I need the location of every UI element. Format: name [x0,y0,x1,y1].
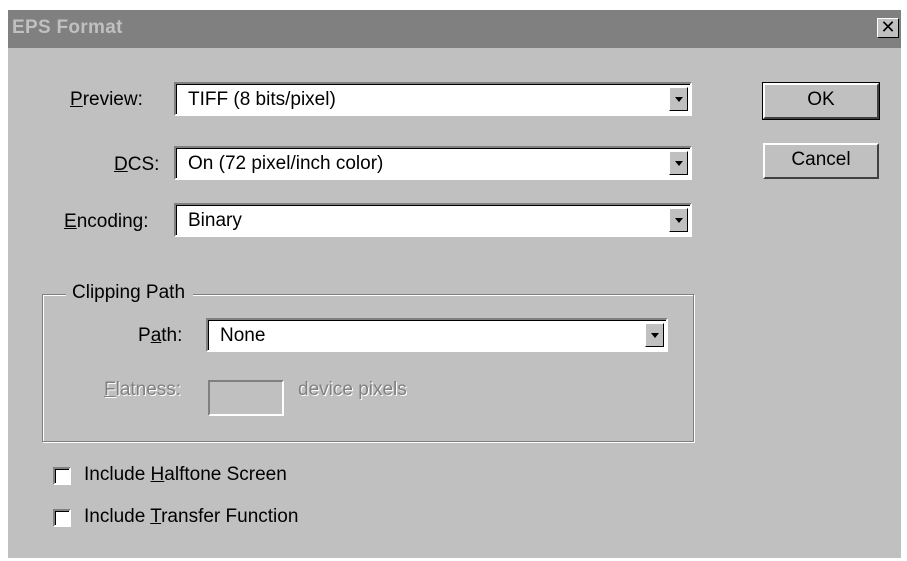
path-label-prefix: P [138,325,151,346]
dcs-select[interactable]: On (72 pixel/inch color) [174,146,692,180]
encoding-label-accel: E [64,211,77,232]
encoding-select-value: Binary [188,210,242,231]
path-label: Path: [138,325,182,347]
eps-format-dialog: EPS Format ✕ Preview: TIFF (8 bits/pixel… [8,10,901,558]
transfer-label-accel: T [150,506,162,527]
encoding-label-rest: ncoding: [76,211,149,232]
path-label-rest: th: [161,325,183,346]
preview-select[interactable]: TIFF (8 bits/pixel) [174,82,692,116]
path-label-accel: a [150,325,162,346]
flatness-unit-label: device pixels [298,379,407,400]
chevron-down-icon[interactable] [645,323,664,347]
transfer-function-label[interactable]: Include Transfer Function [84,506,298,528]
dcs-select-value: On (72 pixel/inch color) [188,153,384,174]
halftone-label[interactable]: Include Halftone Screen [84,464,287,486]
transfer-function-checkbox[interactable] [53,509,71,527]
flatness-label: Flatness: [104,379,181,401]
chevron-down-icon[interactable] [669,208,688,232]
path-select-value: None [220,325,266,346]
encoding-select[interactable]: Binary [174,203,692,237]
halftone-checkbox[interactable] [53,467,71,485]
path-select[interactable]: None [206,318,668,352]
dcs-label-accel: D [114,154,128,175]
flatness-input[interactable] [208,380,284,416]
title-bar[interactable]: EPS Format ✕ [8,10,901,48]
preview-select-value: TIFF (8 bits/pixel) [188,89,336,110]
flatness-label-accel: F [104,379,116,400]
cancel-button[interactable]: Cancel [763,143,879,179]
encoding-label: Encoding: [64,211,149,233]
halftone-label-accel: H [150,464,165,485]
flatness-label-rest: latness: [115,379,182,400]
ok-button[interactable]: OK [762,82,880,120]
halftone-label-prefix: Include [84,464,151,485]
preview-label-rest: review: [82,89,143,110]
chevron-down-icon[interactable] [669,151,688,175]
chevron-down-icon[interactable] [669,87,688,111]
close-icon: ✕ [880,17,896,37]
transfer-label-rest: ransfer Function [161,506,299,527]
clipping-path-group-label: Clipping Path [66,282,194,304]
transfer-label-prefix: Include [84,506,151,527]
preview-label-accel: P [70,89,83,110]
dcs-label-rest: CS: [127,154,160,175]
window-title: EPS Format [12,17,123,38]
dcs-label: DCS: [114,154,159,176]
preview-label: Preview: [70,89,143,111]
halftone-label-rest: alftone Screen [164,464,287,485]
clipping-path-group [42,294,694,442]
close-button[interactable]: ✕ [877,18,899,38]
